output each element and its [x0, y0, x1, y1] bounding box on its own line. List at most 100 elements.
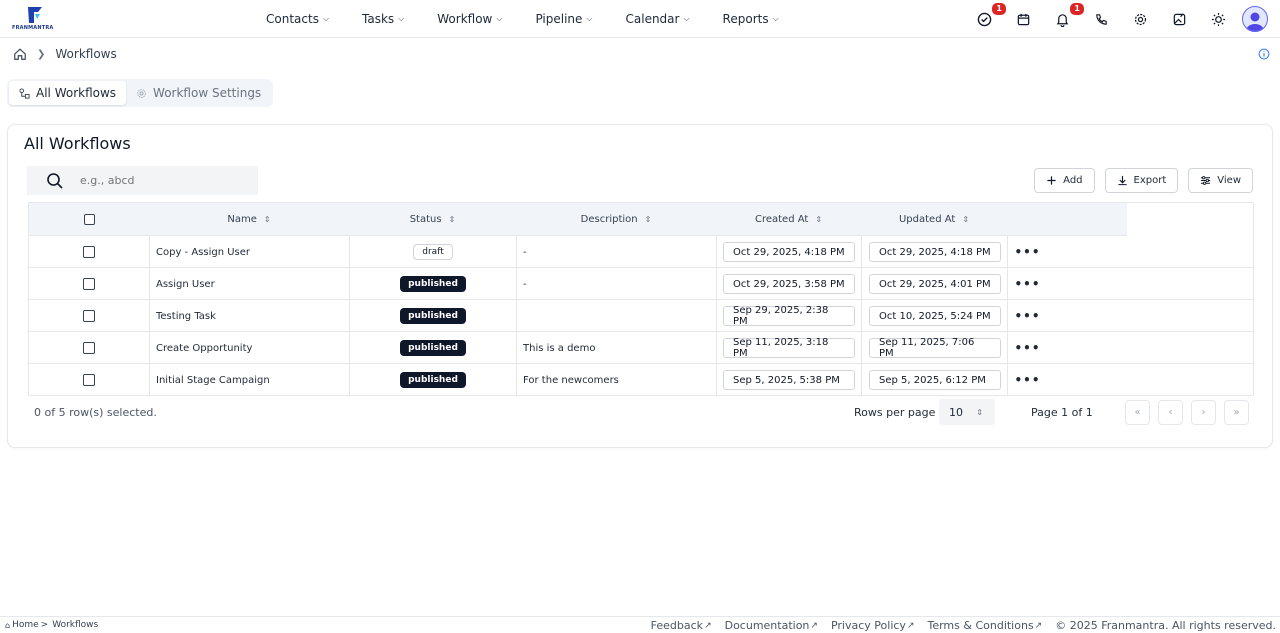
add-button-label: Add: [1063, 175, 1083, 186]
row-checkbox[interactable]: [83, 278, 95, 290]
row-checkbox[interactable]: [83, 246, 95, 258]
tab-workflow-settings[interactable]: Workflow Settings: [126, 81, 271, 105]
menu-calendar[interactable]: Calendar ⌵: [626, 12, 690, 26]
row-checkbox[interactable]: [83, 310, 95, 322]
brand-name: FRANMANTRA: [12, 25, 54, 31]
footer-link-terms[interactable]: Terms & Conditions ↗: [927, 619, 1042, 632]
row-actions-cell: •••: [1007, 300, 1047, 332]
tasks-check-button[interactable]: 1: [972, 3, 1006, 31]
row-status-cell: published: [349, 332, 516, 364]
more-actions-icon[interactable]: •••: [1014, 373, 1040, 387]
rows-per-page-select[interactable]: 10 ⇕: [939, 399, 995, 425]
external-link-icon: ↗: [704, 620, 712, 631]
avatar[interactable]: [1242, 6, 1268, 32]
table-row[interactable]: Copy - Assign User draft - Oct 29, 2025, 4:…: [29, 236, 1253, 268]
page-title: All Workflows: [24, 134, 131, 153]
add-button[interactable]: Add: [1034, 168, 1095, 193]
row-checkbox[interactable]: [83, 374, 95, 386]
view-button[interactable]: View: [1188, 168, 1253, 193]
export-button-label: Export: [1133, 175, 1167, 186]
table-row[interactable]: Initial Stage Campaign published For the n…: [29, 364, 1253, 395]
row-updated-cell: Sep 11, 2025, 7:06 PM: [861, 332, 1007, 364]
updated-at-field: Oct 29, 2025, 4:01 PM: [869, 274, 1001, 294]
home-icon[interactable]: ⌂: [5, 621, 10, 630]
workflow-tabs: All Workflows Workflow Settings: [7, 79, 274, 107]
breadcrumb-current: Workflows: [55, 47, 117, 61]
row-actions-cell: •••: [1007, 364, 1047, 395]
created-at-field: Oct 29, 2025, 4:18 PM: [723, 242, 855, 262]
sort-icon: ⇕: [815, 215, 823, 224]
export-button[interactable]: Export: [1104, 168, 1179, 193]
pagination-controls: « ‹ › »: [1125, 400, 1257, 425]
settings-button[interactable]: [1128, 7, 1152, 31]
status-badge: published: [400, 276, 466, 292]
more-actions-icon[interactable]: •••: [1014, 245, 1040, 259]
next-page-button[interactable]: ›: [1191, 400, 1216, 425]
workflows-card: All Workflows Add Export View Name ⇕ Stat…: [7, 124, 1273, 448]
menu-reports[interactable]: Reports ⌵: [723, 12, 779, 26]
brand-logo[interactable]: FRANMANTRA: [12, 5, 60, 33]
more-actions-icon[interactable]: •••: [1014, 277, 1040, 291]
download-icon: [1117, 175, 1127, 186]
select-all-checkbox[interactable]: [83, 214, 95, 225]
menu-tasks[interactable]: Tasks ⌵: [362, 12, 404, 26]
row-name[interactable]: Create Opportunity: [149, 332, 349, 364]
header-status-label: Status: [409, 214, 442, 225]
calendar-icon: [1017, 13, 1029, 25]
header-name[interactable]: Name ⇕: [149, 203, 349, 236]
table-row[interactable]: Assign User published - Oct 29, 2025, 3:58 …: [29, 268, 1253, 300]
menu-pipeline[interactable]: Pipeline ⌵: [535, 12, 592, 26]
first-page-button[interactable]: «: [1125, 400, 1150, 425]
home-icon[interactable]: [13, 47, 27, 61]
footer-link-feedback[interactable]: Feedback ↗: [651, 619, 712, 632]
more-actions-icon[interactable]: •••: [1014, 309, 1040, 323]
chevron-down-icon: ⌵: [496, 14, 503, 23]
row-updated-cell: Sep 5, 2025, 6:12 PM: [861, 364, 1007, 395]
calendar-button[interactable]: [1011, 7, 1035, 31]
header-status[interactable]: Status ⇕: [349, 203, 516, 236]
phone-button[interactable]: [1089, 7, 1113, 31]
footer-link-documentation[interactable]: Documentation ↗: [725, 619, 818, 632]
sort-icon: ⇕: [962, 215, 970, 224]
row-name[interactable]: Initial Stage Campaign: [149, 364, 349, 395]
row-name[interactable]: Testing Task: [149, 300, 349, 332]
row-name[interactable]: Assign User: [149, 268, 349, 300]
header-description[interactable]: Description ⇕: [516, 203, 716, 236]
footer-breadcrumb-current: Workflows: [52, 620, 99, 630]
menu-contacts[interactable]: Contacts ⌵: [266, 12, 329, 26]
row-select-cell: [29, 364, 149, 395]
footer-link-terms-label: Terms & Conditions: [927, 619, 1034, 632]
header-created-at-label: Created At: [754, 214, 809, 225]
notifications-button[interactable]: 1: [1050, 3, 1084, 31]
header-updated-at[interactable]: Updated At ⇕: [861, 203, 1007, 236]
footer-link-privacy[interactable]: Privacy Policy ↗: [831, 619, 915, 632]
rows-per-page-value: 10: [949, 405, 963, 419]
image-button[interactable]: [1167, 7, 1191, 31]
sort-icon: ⇕: [644, 215, 652, 224]
row-description: -: [516, 268, 716, 300]
search-input[interactable]: [80, 174, 240, 187]
row-status-cell: published: [349, 268, 516, 300]
footer-breadcrumb-home[interactable]: Home: [12, 620, 39, 630]
table-row[interactable]: Testing Task published Sep 29, 2025, 2:38 …: [29, 300, 1253, 332]
theme-toggle[interactable]: [1206, 7, 1230, 31]
tab-all-workflows-label: All Workflows: [36, 86, 117, 100]
info-icon[interactable]: [1258, 48, 1270, 60]
updated-at-field: Oct 29, 2025, 4:18 PM: [869, 242, 1001, 262]
gear-icon: [137, 88, 146, 98]
breadcrumb: ❯ Workflows: [13, 47, 117, 61]
search-icon: [47, 172, 63, 189]
search-box[interactable]: [27, 166, 258, 195]
header-created-at[interactable]: Created At ⇕: [716, 203, 861, 236]
row-checkbox[interactable]: [83, 342, 95, 354]
more-actions-icon[interactable]: •••: [1014, 341, 1040, 355]
tab-all-workflows[interactable]: All Workflows: [9, 81, 127, 105]
row-description: For the newcomers: [516, 364, 716, 395]
status-badge: published: [400, 340, 466, 356]
row-description: -: [516, 236, 716, 268]
prev-page-button[interactable]: ‹: [1158, 400, 1183, 425]
last-page-button[interactable]: »: [1224, 400, 1249, 425]
menu-workflow[interactable]: Workflow ⌵: [437, 12, 502, 26]
table-row[interactable]: Create Opportunity published This is a dem…: [29, 332, 1253, 364]
row-name[interactable]: Copy - Assign User: [149, 236, 349, 268]
